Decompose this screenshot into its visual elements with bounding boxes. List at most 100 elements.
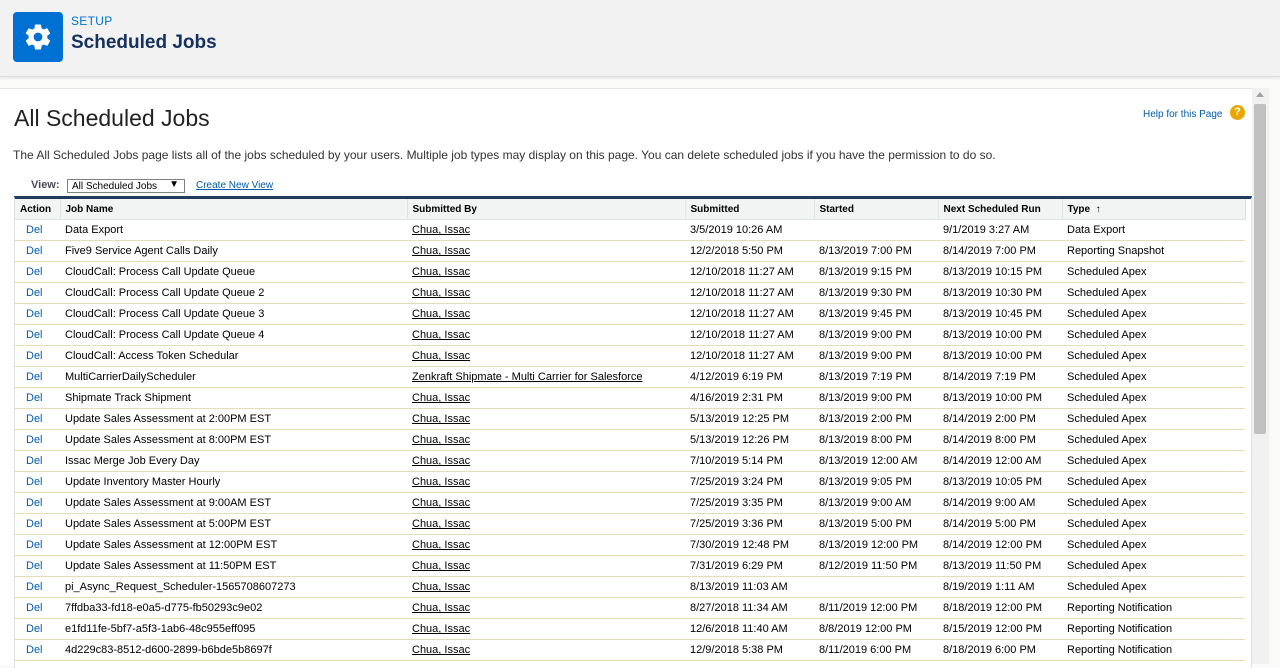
next-run-cell: 8/14/2019 8:00 PM <box>938 429 1062 451</box>
submitted-by-link[interactable]: Chua, Issac <box>412 413 470 425</box>
next-run-cell: 8/15/2019 12:00 PM <box>938 618 1062 640</box>
submitted-by-link[interactable]: Chua, Issac <box>412 476 470 488</box>
submitted-by-link[interactable]: Chua, Issac <box>412 623 470 635</box>
col-header-started[interactable]: Started <box>814 199 939 220</box>
delete-cell: Del <box>15 282 60 304</box>
delete-link[interactable]: Del <box>20 287 43 299</box>
job-name-cell: Update Sales Assessment at 9:00AM EST <box>60 492 407 514</box>
submitted-by-link[interactable]: Chua, Issac <box>412 518 470 530</box>
col-header-job-name[interactable]: Job Name <box>60 199 408 220</box>
view-select[interactable]: All Scheduled Jobs ▼ <box>67 179 185 193</box>
next-run-cell: 8/13/2019 10:30 PM <box>938 282 1062 304</box>
type-cell: Scheduled Apex <box>1062 303 1245 325</box>
table-row: Del Update Sales Assessment at 8:00PM EST… <box>15 429 1245 451</box>
col-header-submitted-by[interactable]: Submitted By <box>407 199 686 220</box>
delete-cell: Del <box>15 366 60 388</box>
delete-cell: Del <box>15 408 60 430</box>
type-cell: Scheduled Apex <box>1062 387 1245 409</box>
table-row: Del Update Inventory Master Hourly Chua, I… <box>15 471 1245 493</box>
next-run-cell: 8/18/2019 6:00 PM <box>938 639 1062 661</box>
delete-link[interactable]: Del <box>20 266 43 278</box>
submitted-by-link[interactable]: Chua, Issac <box>412 287 470 299</box>
delete-cell: Del <box>15 471 60 493</box>
next-run-cell: 9/1/2019 3:27 AM <box>938 219 1062 241</box>
delete-link[interactable]: Del <box>20 581 43 593</box>
create-new-view-link[interactable]: Create New View <box>196 180 273 191</box>
delete-link[interactable]: Del <box>20 518 43 530</box>
help-icon[interactable]: ? <box>1230 105 1245 120</box>
started-cell: 8/8/2019 12:00 PM <box>814 618 938 640</box>
type-cell: Scheduled Apex <box>1062 261 1245 283</box>
submitted-by-link[interactable]: Chua, Issac <box>412 308 470 320</box>
col-header-next-run[interactable]: Next Scheduled Run <box>938 199 1063 220</box>
delete-link[interactable]: Del <box>20 497 43 509</box>
delete-cell: Del <box>15 345 60 367</box>
scroll-up-arrow-icon[interactable] <box>1256 92 1264 97</box>
submitted-by-link[interactable]: Chua, Issac <box>412 266 470 278</box>
started-cell: 8/13/2019 5:00 PM <box>814 513 938 535</box>
col-header-type[interactable]: Type ↑ <box>1062 199 1246 220</box>
delete-link[interactable]: Del <box>20 245 43 257</box>
delete-link[interactable]: Del <box>20 308 43 320</box>
submitted-by-link[interactable]: Chua, Issac <box>412 224 470 236</box>
submitted-by-link[interactable]: Chua, Issac <box>412 560 470 572</box>
delete-link[interactable]: Del <box>20 560 43 572</box>
delete-link[interactable]: Del <box>20 350 43 362</box>
next-run-cell: 8/14/2019 7:19 PM <box>938 366 1062 388</box>
table-row: Del CloudCall: Process Call Update Queue C… <box>15 261 1245 283</box>
submitted-by-cell: Chua, Issac <box>407 450 685 472</box>
delete-link[interactable]: Del <box>20 413 43 425</box>
type-cell: Scheduled Apex <box>1062 366 1245 388</box>
help-link[interactable]: Help for this Page <box>1143 109 1223 120</box>
next-run-cell: 8/14/2019 5:00 PM <box>938 513 1062 535</box>
submitted-by-link[interactable]: Chua, Issac <box>412 581 470 593</box>
submitted-by-link[interactable]: Chua, Issac <box>412 434 470 446</box>
table-row: Del Update Sales Assessment at 2:00PM EST… <box>15 408 1245 430</box>
delete-cell: Del <box>15 618 60 640</box>
submitted-cell: 12/10/2018 11:27 AM <box>685 303 814 325</box>
started-cell: 8/13/2019 12:00 PM <box>814 534 938 556</box>
delete-link[interactable]: Del <box>20 539 43 551</box>
delete-cell: Del <box>15 513 60 535</box>
delete-link[interactable]: Del <box>20 392 43 404</box>
delete-link[interactable]: Del <box>20 602 43 614</box>
submitted-by-link[interactable]: Chua, Issac <box>412 602 470 614</box>
delete-link[interactable]: Del <box>20 371 43 383</box>
delete-link[interactable]: Del <box>20 434 43 446</box>
delete-link[interactable]: Del <box>20 476 43 488</box>
submitted-cell: 7/25/2019 3:36 PM <box>685 513 814 535</box>
delete-link[interactable]: Del <box>20 644 43 656</box>
submitted-by-cell: Chua, Issac <box>407 261 685 283</box>
next-run-cell: 8/14/2019 2:00 PM <box>938 408 1062 430</box>
submitted-by-cell: Chua, Issac <box>407 597 685 619</box>
col-header-submitted[interactable]: Submitted <box>685 199 815 220</box>
submitted-by-cell: Chua, Issac <box>407 387 685 409</box>
submitted-by-link[interactable]: Chua, Issac <box>412 329 470 341</box>
delete-cell: Del <box>15 450 60 472</box>
submitted-by-link[interactable]: Chua, Issac <box>412 455 470 467</box>
job-name-cell: MultiCarrierDailyScheduler <box>60 366 407 388</box>
type-cell: Scheduled Apex <box>1062 576 1245 598</box>
delete-link[interactable]: Del <box>20 329 43 341</box>
type-cell: Scheduled Apex <box>1062 471 1245 493</box>
col-header-type-label: Type <box>1067 203 1091 215</box>
submitted-by-link[interactable]: Chua, Issac <box>412 539 470 551</box>
type-cell: Reporting Notification <box>1062 618 1245 640</box>
submitted-by-link[interactable]: Chua, Issac <box>412 497 470 509</box>
submitted-by-link[interactable]: Chua, Issac <box>412 350 470 362</box>
submitted-cell: 7/31/2019 6:29 PM <box>685 555 814 577</box>
delete-link[interactable]: Del <box>20 623 43 635</box>
type-cell: Scheduled Apex <box>1062 408 1245 430</box>
submitted-cell: 12/10/2018 11:27 AM <box>685 324 814 346</box>
submitted-by-link[interactable]: Chua, Issac <box>412 644 470 656</box>
submitted-by-link[interactable]: Zenkraft Shipmate - Multi Carrier for Sa… <box>412 371 642 383</box>
table-row: Del Update Sales Assessment at 11:50PM ES… <box>15 555 1245 577</box>
delete-link[interactable]: Del <box>20 455 43 467</box>
started-cell: 8/11/2019 6:00 PM <box>814 639 938 661</box>
submitted-by-link[interactable]: Chua, Issac <box>412 245 470 257</box>
next-run-cell: 8/18/2019 12:00 PM <box>938 597 1062 619</box>
submitted-by-link[interactable]: Chua, Issac <box>412 392 470 404</box>
delete-link[interactable]: Del <box>20 224 43 236</box>
scrollbar-thumb[interactable] <box>1254 104 1266 434</box>
started-cell: 8/12/2019 11:50 PM <box>814 555 938 577</box>
